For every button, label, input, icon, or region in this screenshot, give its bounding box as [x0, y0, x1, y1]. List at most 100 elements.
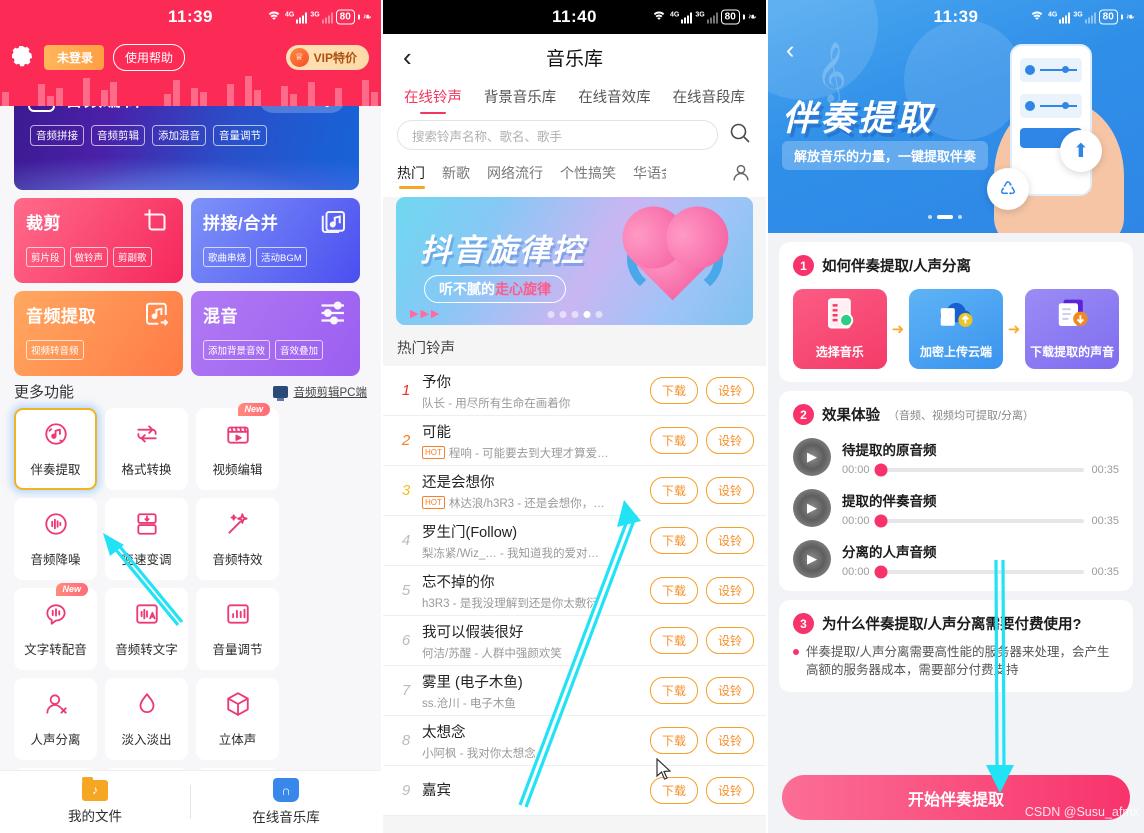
song-row[interactable]: 6 我可以假装很好 何洁/苏醒 - 人群中强颜欢笑 下载 设铃	[383, 616, 766, 666]
banner-dots[interactable]	[547, 311, 602, 318]
audio-track-row[interactable]: ▶ 待提取的原音频 00:00 00:35	[793, 438, 1119, 476]
login-status-badge[interactable]: 未登录	[44, 44, 105, 70]
set-ringtone-button[interactable]: 设铃	[705, 427, 754, 454]
back-chevron-icon[interactable]: ‹	[403, 44, 412, 70]
download-button[interactable]: 下载	[649, 577, 698, 604]
set-ringtone-button[interactable]: 设铃	[705, 627, 754, 654]
grid-item-淡入淡出[interactable]: 淡入淡出	[105, 678, 188, 760]
grid-item-音频降噪[interactable]: 音频降噪	[14, 498, 97, 580]
download-button[interactable]: 下载	[649, 427, 698, 454]
play-icon[interactable]: ▶	[793, 438, 831, 476]
card-header: 1 如何伴奏提取/人声分离	[793, 255, 1119, 276]
grid-item-伴奏提取[interactable]: 伴奏提取	[14, 408, 97, 490]
song-info: 忘不掉的你 h3R3 - 是我没理解到还是你太敷衍	[419, 571, 650, 611]
download-button[interactable]: 下载	[649, 727, 698, 754]
download-button[interactable]: 下载	[649, 677, 698, 704]
grid-item-立体声[interactable]: 立体声	[196, 678, 279, 760]
play-icon[interactable]: ▶	[793, 540, 831, 578]
set-ringtone-button[interactable]: 设铃	[705, 527, 754, 554]
play-icon[interactable]: ▶	[793, 489, 831, 527]
category-chinese-gold[interactable]: 华语金	[633, 163, 666, 189]
card-header: 3 为什么伴奏提取/人声分离需要付费使用?	[793, 613, 1119, 634]
song-title: 太想念	[422, 724, 466, 741]
person-icon[interactable]	[730, 162, 752, 189]
hero-cta-button[interactable]: 立即体验 ❯	[259, 106, 345, 113]
grid-item-label: 音频特效	[212, 552, 263, 567]
set-ringtone-button[interactable]: 设铃	[705, 727, 754, 754]
download-button[interactable]: 下载	[649, 777, 698, 804]
download-button[interactable]: 下载	[649, 627, 698, 654]
grid-item-人声分离[interactable]: 人声分离	[14, 678, 97, 760]
audio-to-text-icon	[134, 601, 160, 632]
download-button[interactable]: 下载	[649, 477, 698, 504]
song-row[interactable]: 4 罗生门(Follow) 梨冻紧/Wiz_… - 我知道我的爱对… 下载 设铃	[383, 516, 766, 566]
song-list: 1 予你 队长 - 用尽所有生命在画着你 下载 设铃 2 可能 HOT 程响 - 可能要去到大理…	[383, 366, 766, 816]
tab-online-music[interactable]: ∩ 在线音乐库	[191, 778, 381, 826]
audio-track-row[interactable]: ▶ 分离的人声音频 00:00 00:35	[793, 540, 1119, 578]
category-funny[interactable]: 个性搞笑	[560, 163, 616, 189]
search-icon[interactable]	[728, 121, 752, 150]
grid-item-音量调节[interactable]: 音量调节	[196, 588, 279, 670]
back-chevron-icon[interactable]: ‹	[786, 36, 794, 65]
feature-card-extract[interactable]: 音频提取 视频转音频	[14, 291, 183, 376]
grid-item-音频特效[interactable]: 音频特效	[196, 498, 279, 580]
pc-client-label: 音频剪辑PC端	[293, 386, 367, 399]
track-progress-row: 00:00 00:35	[842, 565, 1119, 578]
song-row[interactable]: 3 还是会想你 HOT 林达浪/h3R3 - 还是会想你，… 下载 设铃	[383, 466, 766, 516]
audio-track-row[interactable]: ▶ 提取的伴奏音频 00:00 00:35	[793, 489, 1119, 527]
set-ringtone-button[interactable]: 设铃	[705, 577, 754, 604]
hero-tag[interactable]: 添加混音	[152, 125, 206, 146]
song-row[interactable]: 7 雾里 (电子木鱼) ss.沧川 - 电子木鱼 下载 设铃	[383, 666, 766, 716]
hero-tag[interactable]: 音量调节	[213, 125, 267, 146]
category-new[interactable]: 新歌	[442, 163, 470, 189]
tab-online-ringtone[interactable]: 在线铃声	[404, 86, 462, 114]
track-slider[interactable]	[874, 463, 1085, 476]
category-trending[interactable]: 网络流行	[487, 163, 543, 189]
monitor-icon	[272, 385, 288, 401]
grid-item-视频编辑[interactable]: New 视频编辑	[196, 403, 279, 490]
song-row[interactable]: 5 忘不掉的你 h3R3 - 是我没理解到还是你太敷衍 下载 设铃	[383, 566, 766, 616]
grid-item-变速变调[interactable]: 变速变调	[105, 498, 188, 580]
download-button[interactable]: 下载	[649, 377, 698, 404]
hero-card-audio-edit[interactable]: ♪ 音频编辑 立即体验 ❯ 音频拼接 音频剪辑 添加混音 音量调节	[14, 106, 359, 190]
grid-item-文字转配音[interactable]: New 文字转配音	[14, 583, 97, 670]
grid-item-音频转文字[interactable]: 音频转文字	[105, 588, 188, 670]
track-slider[interactable]	[874, 514, 1085, 527]
song-artist-text: 梨冻紧/Wiz_… - 我知道我的爱对…	[422, 547, 599, 560]
feature-card-join[interactable]: 拼接/合并 歌曲串烧 活动BGM	[191, 198, 360, 283]
tab-bgm-library[interactable]: 背景音乐库	[484, 86, 557, 114]
start-extract-button[interactable]: 开始伴奏提取	[782, 775, 1130, 820]
hero-tag[interactable]: 音频拼接	[30, 125, 84, 146]
download-button[interactable]: 下载	[649, 527, 698, 554]
gear-icon[interactable]	[12, 46, 34, 68]
grid-item-格式转换[interactable]: 格式转换	[105, 408, 188, 490]
song-actions: 下载 设铃	[649, 577, 754, 604]
hero-wave-decoration	[14, 150, 359, 190]
pc-client-link[interactable]: 音频剪辑PC端	[272, 384, 367, 401]
track-slider[interactable]	[874, 565, 1085, 578]
song-row[interactable]: 9 嘉宾 下载 设铃	[383, 766, 766, 816]
tab-audio-clips[interactable]: 在线音段库	[673, 86, 746, 114]
song-row[interactable]: 1 予你 队长 - 用尽所有生命在画着你 下载 设铃	[383, 366, 766, 416]
feature-card-tags: 视频转音频	[26, 340, 171, 360]
promo-banner[interactable]: 抖音旋律控 听不腻的走心旋律 ▶▶▶	[396, 197, 753, 325]
feature-card-mix[interactable]: 混音 添加背景音效 音效叠加	[191, 291, 360, 376]
set-ringtone-button[interactable]: 设铃	[705, 677, 754, 704]
set-ringtone-button[interactable]: 设铃	[705, 477, 754, 504]
tab-my-files[interactable]: ♪ 我的文件	[0, 776, 190, 825]
track-knob[interactable]	[874, 565, 888, 578]
track-knob[interactable]	[874, 514, 888, 527]
set-ringtone-button[interactable]: 设铃	[705, 377, 754, 404]
step-upload-cloud: 加密上传云端	[909, 289, 1003, 369]
search-input[interactable]: 搜索铃声名称、歌名、歌手	[397, 120, 718, 150]
track-knob[interactable]	[874, 463, 888, 476]
song-row[interactable]: 2 可能 HOT 程响 - 可能要去到大理才算爱… 下载 设铃	[383, 416, 766, 466]
hero-tag[interactable]: 音频剪辑	[91, 125, 145, 146]
song-artist: h3R3 - 是我没理解到还是你太敷衍	[422, 595, 650, 611]
hero-carousel-dots[interactable]	[928, 215, 962, 219]
category-hot[interactable]: 热门	[397, 163, 425, 189]
song-row[interactable]: 8 太想念 小阿枫 - 我对你太想念 下载 设铃	[383, 716, 766, 766]
tab-sound-effects[interactable]: 在线音效库	[578, 86, 651, 114]
feature-card-crop[interactable]: 裁剪 剪片段 做铃声 剪副歌	[14, 198, 183, 283]
set-ringtone-button[interactable]: 设铃	[705, 777, 754, 804]
